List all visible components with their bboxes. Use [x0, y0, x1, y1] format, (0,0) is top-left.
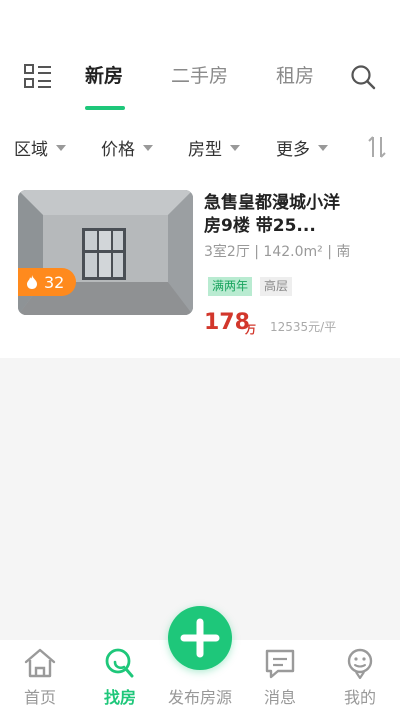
price-unit: 万	[245, 323, 256, 336]
publish-button[interactable]	[168, 606, 232, 670]
content-panel: 新房 二手房 租房 区域 价格 房型 更多 32 急售皇都漫城小洋房9楼 带25…	[0, 0, 400, 358]
nav-messages[interactable]: 消息	[240, 640, 320, 711]
caret-down-icon	[143, 145, 153, 151]
find-home-icon	[105, 648, 134, 678]
nav-home[interactable]: 首页	[0, 640, 80, 711]
sort-icon[interactable]	[366, 134, 388, 160]
listing-price: 178	[204, 310, 250, 335]
tab-rent[interactable]: 租房	[276, 64, 314, 88]
message-icon	[265, 649, 295, 679]
filter-price-label: 价格	[101, 139, 135, 160]
filter-layout[interactable]: 房型	[188, 136, 240, 160]
nav-messages-label: 消息	[263, 688, 296, 707]
unit-price: 12535元/平	[270, 320, 337, 334]
caret-down-icon	[318, 145, 328, 151]
tag-high-floor: 高层	[260, 277, 293, 296]
caret-down-icon	[230, 145, 240, 151]
nav-profile[interactable]: 我的	[320, 640, 400, 711]
filter-layout-label: 房型	[188, 139, 222, 160]
nav-find-home-label: 找房	[103, 688, 136, 707]
home-icon	[24, 648, 56, 678]
plus-icon	[180, 618, 220, 658]
listing-photo[interactable]	[18, 190, 193, 315]
filter-area-label: 区域	[14, 139, 48, 160]
tab-new-homes[interactable]: 新房	[85, 64, 123, 88]
caret-down-icon	[56, 145, 66, 151]
filter-more-label: 更多	[276, 139, 310, 160]
menu-grid-icon[interactable]	[24, 64, 52, 90]
nav-find-home[interactable]: 找房	[80, 640, 160, 711]
search-icon[interactable]	[350, 64, 376, 90]
active-tab-indicator	[85, 106, 125, 110]
listing-title[interactable]: 急售皇都漫城小洋房9楼 带25...	[204, 192, 354, 238]
filter-more[interactable]: 更多	[276, 136, 328, 160]
tag-over-two-years: 满两年	[208, 277, 253, 296]
flame-icon	[27, 275, 37, 289]
profile-icon	[347, 648, 373, 680]
listing-specs: 3室2厅 | 142.0m² | 南	[204, 244, 351, 260]
tab-second-hand[interactable]: 二手房	[171, 64, 228, 88]
nav-home-label: 首页	[23, 688, 56, 707]
hot-count: 32	[44, 272, 65, 292]
publish-label[interactable]: 发布房源	[160, 684, 240, 708]
room-photo-image	[18, 190, 193, 315]
hot-badge: 32	[18, 268, 76, 296]
filter-price[interactable]: 价格	[101, 136, 153, 160]
filter-area[interactable]: 区域	[14, 136, 66, 160]
nav-profile-label: 我的	[343, 688, 376, 707]
